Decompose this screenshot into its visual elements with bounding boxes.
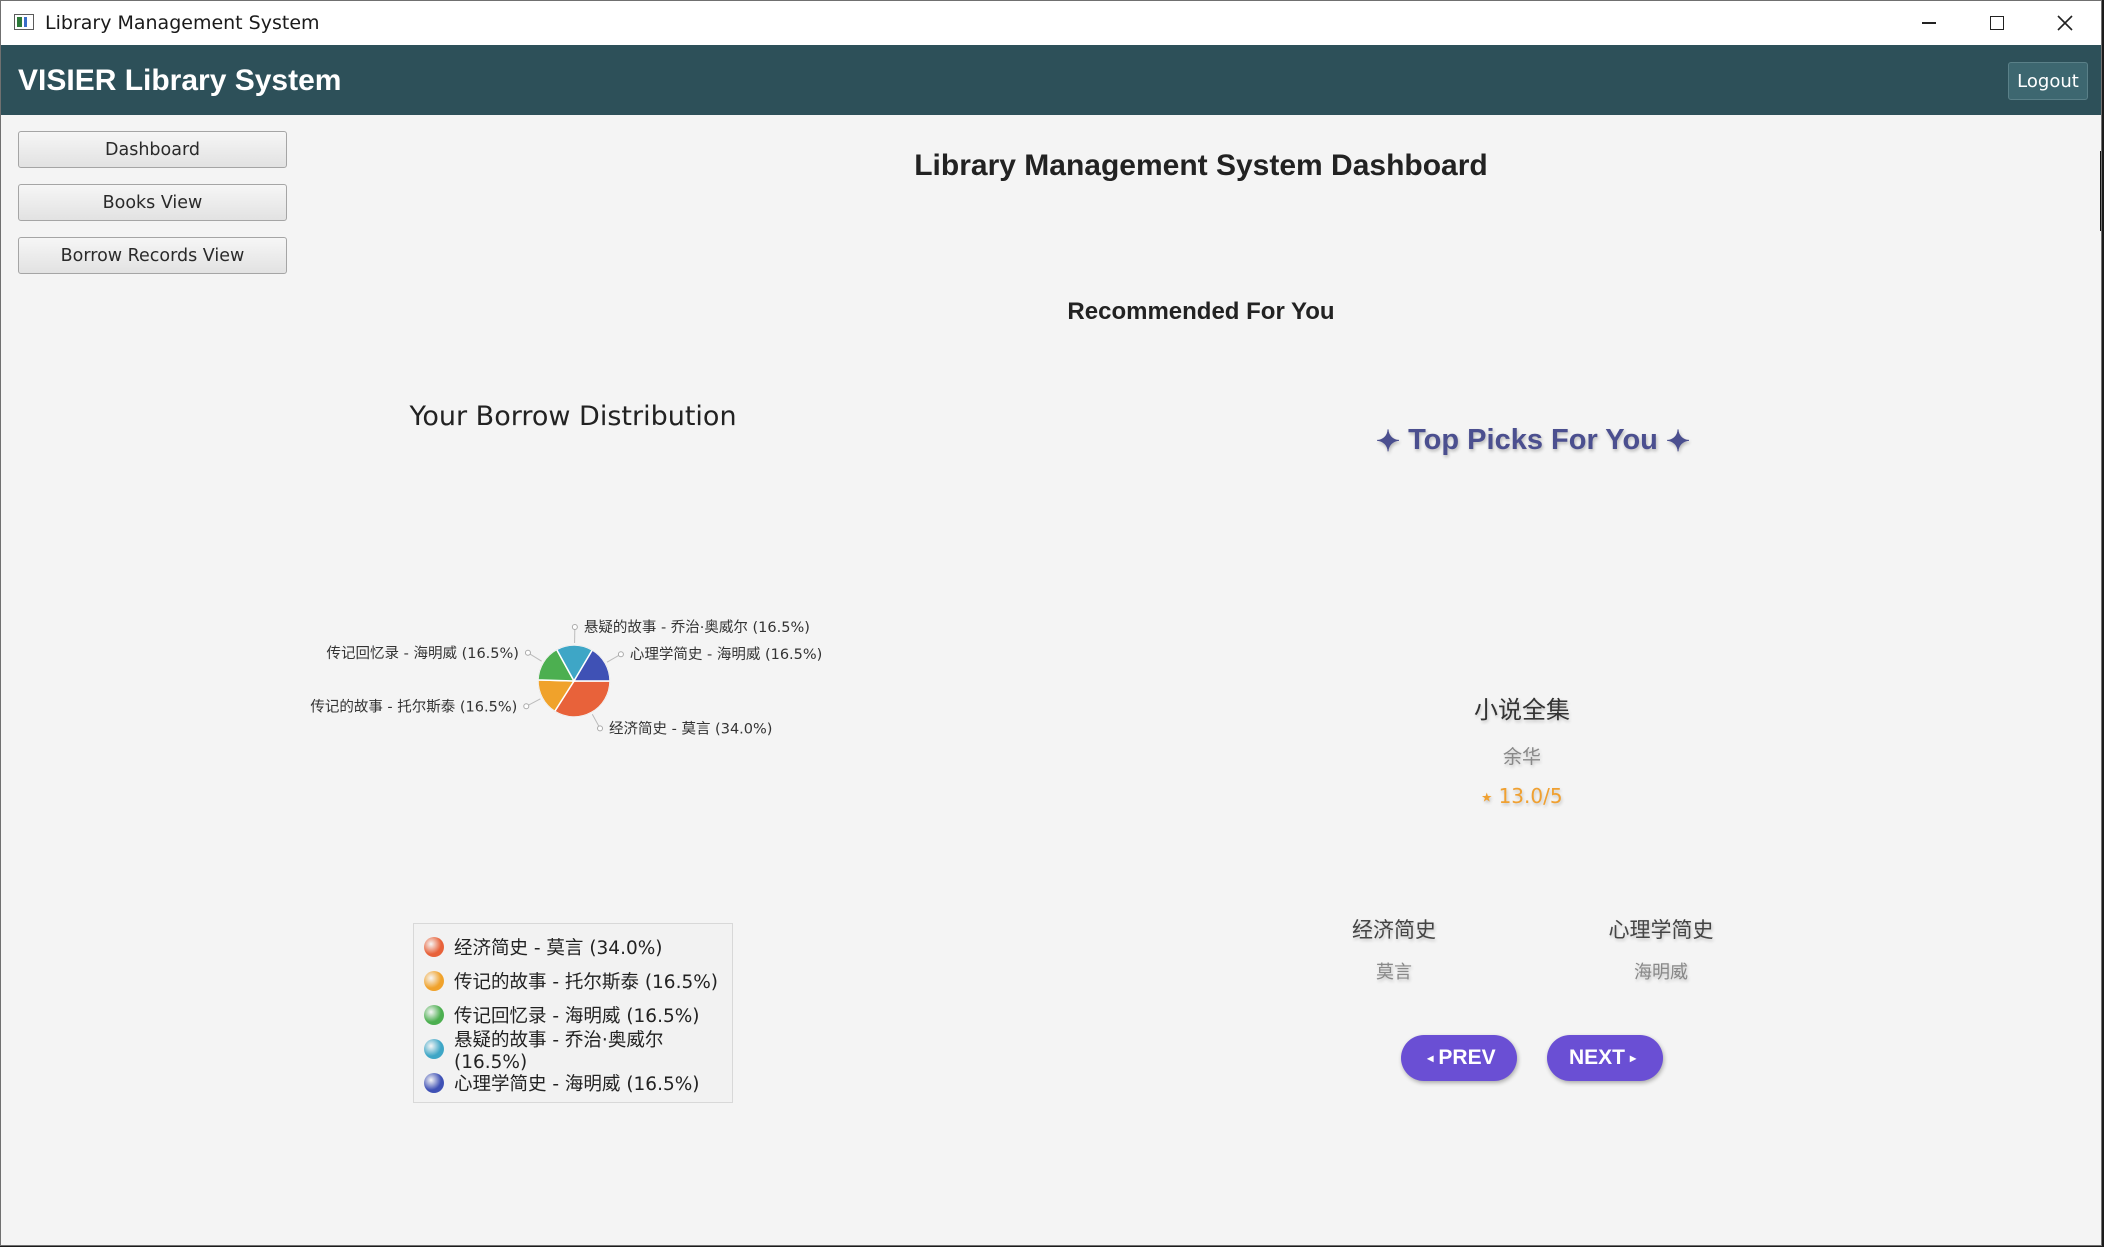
legend-label: 悬疑的故事 - 乔治·奥威尔 (16.5%) xyxy=(454,1029,664,1073)
pie-leader-dot xyxy=(597,725,604,732)
pie-slice-label: 传记的故事 - 托尔斯泰 (16.5%) xyxy=(310,698,517,715)
chart-title-text: Your Borrow Distribution xyxy=(409,401,737,432)
legend-swatch xyxy=(424,937,444,957)
legend-label: 心理学简史 - 海明威 (16.5%) xyxy=(454,1074,700,1095)
legend-item: 传记的故事 - 托尔斯泰 (16.5%) xyxy=(414,964,732,998)
legend-item: 悬疑的故事 - 乔治·奥威尔 (16.5%) xyxy=(414,1030,732,1073)
logout-button[interactable]: Logout xyxy=(2008,62,2088,100)
maximize-button[interactable] xyxy=(1963,1,2031,45)
window-title: Library Management System xyxy=(45,12,320,34)
pie-slice-label: 悬疑的故事 - 乔治·奥威尔 (16.5%) xyxy=(584,619,810,636)
title-bar: Library Management System xyxy=(1,1,2101,45)
legend-label: 经济简史 - 莫言 (34.0%) xyxy=(454,938,663,959)
pie-leader-dot xyxy=(523,703,530,710)
next-button-label: NEXT xyxy=(1568,1046,1625,1069)
triangle-right-icon: ▸ xyxy=(1629,1051,1637,1065)
side-book-author-text: 海明威 xyxy=(1634,962,1688,983)
borrow-pie-chart: 经济简史 - 莫言 (34.0%) 传记的故事 - 托尔斯泰 (16.5%) 传记回… xyxy=(310,619,822,737)
legend-swatch xyxy=(424,1073,444,1093)
pie-leader-dot xyxy=(571,624,578,631)
app-title: VISIER Library System xyxy=(18,64,342,97)
top-picks-title: Top Picks For You xyxy=(1408,424,1658,456)
legend-label: 传记回忆录 - 海明威 (16.5%) xyxy=(454,1006,700,1027)
pie-slice-label: 经济简史 - 莫言 (34.0%) xyxy=(609,720,772,737)
triangle-left-icon: ◂ xyxy=(1427,1051,1434,1065)
recommended-section-title: Recommended For You xyxy=(1067,298,1335,325)
page-title: Library Management System Dashboard xyxy=(914,149,1488,182)
side-book-title-text: 经济简史 xyxy=(1352,918,1436,942)
legend-item: 心理学简史 - 海明威 (16.5%) xyxy=(414,1066,732,1100)
featured-book-author-text: 余华 xyxy=(1503,746,1542,768)
legend-item: 经济简史 - 莫言 (34.0%) xyxy=(414,930,732,964)
minimize-icon xyxy=(1922,22,1936,24)
legend-swatch xyxy=(424,971,444,991)
sparkle-icon: ✦ xyxy=(1665,426,1691,458)
nav-books-view-button[interactable]: Books View xyxy=(18,184,287,221)
maximize-icon xyxy=(1990,16,2004,30)
minimize-button[interactable] xyxy=(1895,1,1963,45)
close-icon xyxy=(2057,15,2073,31)
legend-swatch xyxy=(424,1005,444,1025)
pie-slice-label: 心理学简史 - 海明威 (16.5%) xyxy=(630,646,822,663)
pie-slice-label: 传记回忆录 - 海明威 (16.5%) xyxy=(327,645,519,662)
prev-button[interactable]: ◂ PREV xyxy=(1401,1035,1517,1081)
prev-button-label: PREV xyxy=(1438,1046,1496,1069)
window-edge xyxy=(2100,151,2101,231)
featured-book-rating-text: ⭑ 13.0/5 xyxy=(1481,784,1563,808)
chart-legend: 经济简史 - 莫言 (34.0%) 传记的故事 - 托尔斯泰 (16.5%) 传记回… xyxy=(413,923,733,1103)
sparkle-icon: ✦ xyxy=(1375,426,1401,458)
featured-book-title-text: 小说全集 xyxy=(1474,696,1570,724)
next-button[interactable]: NEXT ▸ xyxy=(1547,1035,1663,1081)
side-book-title-text: 心理学简史 xyxy=(1608,918,1714,942)
app-header: VISIER Library System Logout xyxy=(1,45,2101,115)
pie-leader-dot xyxy=(617,651,624,658)
legend-label: 传记的故事 - 托尔斯泰 (16.5%) xyxy=(454,972,719,993)
pie-leader-dot xyxy=(524,649,531,656)
app-window: Library Management System VISIER Library… xyxy=(0,0,2102,1246)
app-icon xyxy=(14,14,34,30)
nav-borrow-records-button[interactable]: Borrow Records View xyxy=(18,237,287,274)
close-button[interactable] xyxy=(2031,1,2099,45)
side-book-author-text: 莫言 xyxy=(1376,962,1412,983)
legend-swatch xyxy=(424,1039,444,1059)
